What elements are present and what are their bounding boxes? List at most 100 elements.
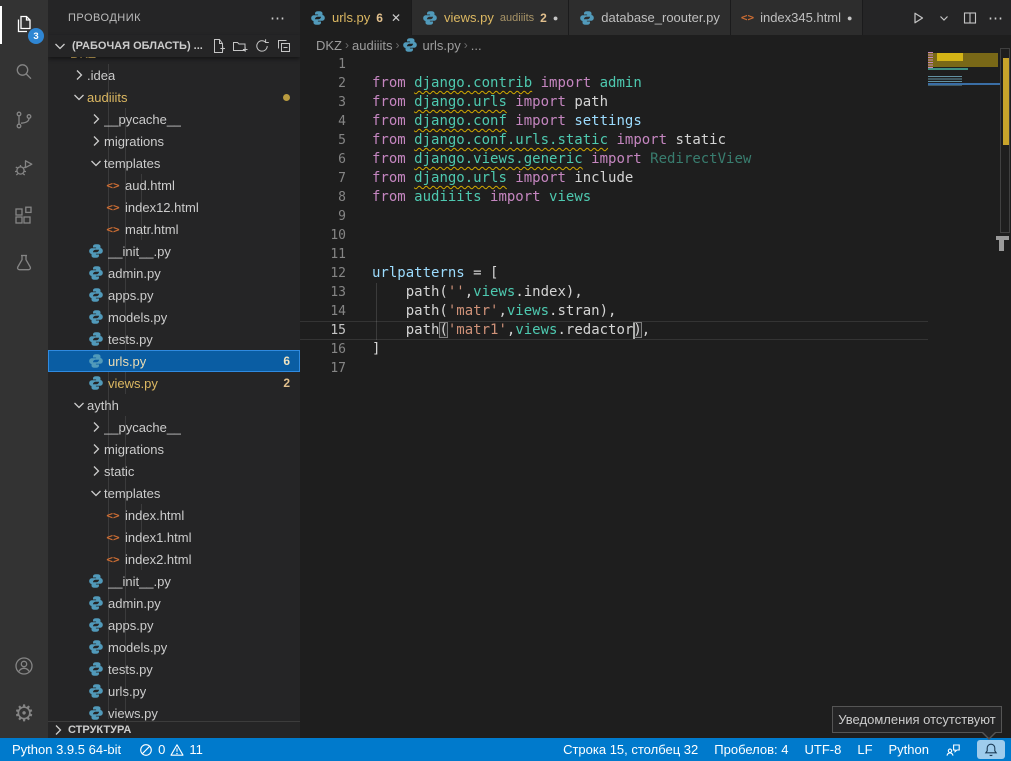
status-language-mode[interactable]: Python	[889, 738, 929, 761]
more-actions-icon[interactable]: ⋯	[985, 7, 1007, 29]
tree-item-index2.html[interactable]: <>index2.html	[48, 548, 300, 570]
status-eol[interactable]: LF	[857, 738, 872, 761]
python-file-icon	[402, 37, 418, 53]
activity-settings-icon[interactable]: ⚙	[0, 690, 48, 738]
tree-item-views.py[interactable]: views.py2	[48, 372, 300, 394]
activity-accounts-icon[interactable]	[0, 642, 48, 690]
tree-item-static[interactable]: static	[48, 460, 300, 482]
tree-item-matr.html[interactable]: <>matr.html	[48, 218, 300, 240]
tab-index345.html[interactable]: <>index345.html●	[731, 0, 864, 35]
tree-item-apps.py[interactable]: apps.py	[48, 284, 300, 306]
workspace-section-header[interactable]: (РАБОЧАЯ ОБЛАСТЬ) ...	[48, 35, 300, 57]
tree-item-__init__.py[interactable]: __init__.py	[48, 240, 300, 262]
code-line[interactable]: path('',views.index),	[372, 283, 583, 302]
tree-item-urls.py[interactable]: urls.py	[48, 680, 300, 702]
minimap[interactable]	[928, 50, 1000, 126]
status-indentation[interactable]: Пробелов: 4	[714, 738, 788, 761]
code-line[interactable]: from django.urls import path	[372, 93, 608, 112]
tree-item-audiiits[interactable]: audiiits	[48, 86, 300, 108]
code-line[interactable]: from django.contrib import admin	[372, 74, 642, 93]
tree-item-tests.py[interactable]: tests.py	[48, 328, 300, 350]
activity-bar: 3⚙	[0, 0, 48, 738]
tree-item-templates[interactable]: templates	[48, 482, 300, 504]
tree-item-__pycache__[interactable]: __pycache__	[48, 108, 300, 130]
tree-item-apps.py[interactable]: apps.py	[48, 614, 300, 636]
breadcrumb-item-urls.py[interactable]: urls.py	[402, 37, 460, 53]
tree-item-__init__.py[interactable]: __init__.py	[48, 570, 300, 592]
activity-explorer-icon[interactable]: 3	[0, 0, 48, 48]
code-editor[interactable]: 12from django.contrib import admin3from …	[300, 55, 1011, 738]
tab-database_roouter.py[interactable]: database_roouter.py	[569, 0, 731, 35]
breadcrumb-item-...[interactable]: ...	[471, 38, 482, 53]
python-file-icon	[310, 10, 326, 26]
tab-views.py[interactable]: views.pyaudiiits2●	[412, 0, 569, 35]
tab-urls.py[interactable]: urls.py6✕	[300, 0, 412, 35]
line-number: 17	[300, 359, 346, 378]
sidebar-more-actions-icon[interactable]: ⋯	[270, 9, 286, 27]
chevron-down-icon	[50, 36, 70, 56]
code-line[interactable]: from django.conf.urls.static import stat…	[372, 131, 726, 150]
new-folder-icon[interactable]	[230, 36, 250, 56]
status-cursor-position[interactable]: Строка 15, столбец 32	[563, 738, 698, 761]
tree-item-index.html[interactable]: <>index.html	[48, 504, 300, 526]
code-line[interactable]: path('matr1',views.redactor),	[372, 321, 650, 340]
tree-item-migrations[interactable]: migrations	[48, 130, 300, 152]
tree-item-aud.html[interactable]: <>aud.html	[48, 174, 300, 196]
tree-item-__pycache__[interactable]: __pycache__	[48, 416, 300, 438]
python-file-icon	[88, 639, 104, 655]
python-file-icon	[88, 573, 104, 589]
activity-testing-icon[interactable]	[0, 240, 48, 288]
line-number: 3	[300, 93, 346, 112]
status-python-interpreter[interactable]: Python 3.9.5 64-bit	[12, 738, 121, 761]
tab-bar: urls.py6✕views.pyaudiiits2●database_roou…	[300, 0, 1011, 35]
refresh-icon[interactable]	[252, 36, 272, 56]
tree-item-aythh[interactable]: aythh	[48, 394, 300, 416]
code-line[interactable]: path('matr',views.stran),	[372, 302, 616, 321]
tree-item-index12.html[interactable]: <>index12.html	[48, 196, 300, 218]
activity-source-control-icon[interactable]	[0, 96, 48, 144]
tree-item-admin.py[interactable]: admin.py	[48, 592, 300, 614]
split-editor-icon[interactable]	[959, 7, 981, 29]
run-dropdown-icon[interactable]	[933, 7, 955, 29]
activity-search-icon[interactable]	[0, 48, 48, 96]
status-feedback[interactable]	[945, 738, 961, 761]
breadcrumb-item-audiiits[interactable]: audiiits	[352, 38, 392, 53]
code-line[interactable]: from django.conf import settings	[372, 112, 642, 131]
tree-item-templates[interactable]: templates	[48, 152, 300, 174]
collapse-all-icon[interactable]	[274, 36, 294, 56]
tree-item-DKZ[interactable]: DKZ	[48, 57, 300, 64]
code-line[interactable]: from django.urls import include	[372, 169, 633, 188]
breadcrumb-item-DKZ[interactable]: DKZ	[316, 38, 342, 53]
python-file-icon	[579, 10, 595, 26]
line-number: 5	[300, 131, 346, 150]
tree-item-urls.py[interactable]: urls.py6	[48, 350, 300, 372]
overview-warning-marker	[1003, 58, 1009, 145]
problems-badge: 6	[283, 354, 290, 368]
code-line[interactable]: from django.views.generic import Redirec…	[372, 150, 751, 169]
new-file-icon[interactable]	[208, 36, 228, 56]
dirty-dot-icon[interactable]: ●	[553, 13, 558, 23]
close-tab-icon[interactable]: ✕	[391, 11, 401, 25]
warning-icon	[170, 743, 184, 757]
tree-item-tests.py[interactable]: tests.py	[48, 658, 300, 680]
tree-item-migrations[interactable]: migrations	[48, 438, 300, 460]
activity-extensions-icon[interactable]	[0, 192, 48, 240]
tree-item-label: tests.py	[108, 662, 153, 677]
run-button[interactable]	[907, 7, 929, 29]
status-problems[interactable]: 011	[139, 738, 203, 761]
tree-item-models.py[interactable]: models.py	[48, 636, 300, 658]
tree-item-label: migrations	[104, 134, 164, 149]
scrollbar-thumb[interactable]	[999, 240, 1004, 251]
tree-item-models.py[interactable]: models.py	[48, 306, 300, 328]
code-line[interactable]: from audiiits import views	[372, 188, 591, 207]
status-encoding[interactable]: UTF-8	[805, 738, 842, 761]
tree-item-admin.py[interactable]: admin.py	[48, 262, 300, 284]
code-line[interactable]: urlpatterns = [	[372, 264, 498, 283]
dirty-dot-icon[interactable]: ●	[847, 13, 852, 23]
outline-section-header[interactable]: СТРУКТУРА	[48, 721, 300, 738]
problems-badge: 2	[283, 376, 290, 390]
activity-run-and-debug-icon[interactable]	[0, 144, 48, 192]
tree-item-.idea[interactable]: .idea	[48, 64, 300, 86]
tree-item-index1.html[interactable]: <>index1.html	[48, 526, 300, 548]
code-line[interactable]: ]	[372, 340, 380, 359]
